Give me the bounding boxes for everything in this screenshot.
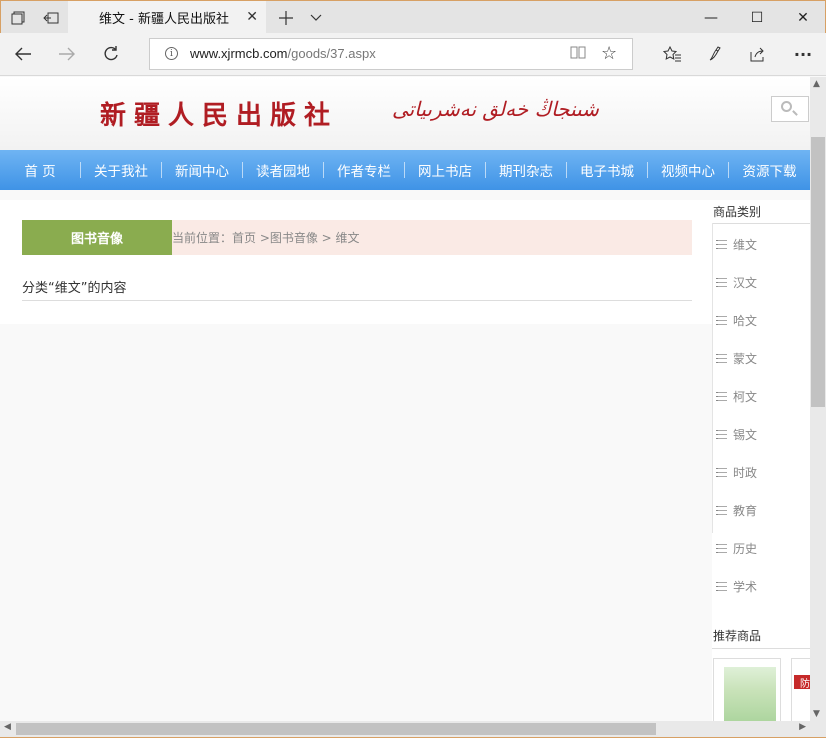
- scrollbar-corner: [810, 721, 826, 737]
- sidebar-item[interactable]: 柯文: [716, 388, 757, 405]
- sidebar-item-label: 哈文: [733, 314, 758, 328]
- minimize-button[interactable]: —: [688, 1, 734, 34]
- site-search-button[interactable]: [771, 96, 809, 122]
- address-bar[interactable]: i www.xjrmcb.com/goods/37.aspx ☆: [149, 38, 633, 70]
- share-icon[interactable]: [741, 39, 775, 69]
- reading-view-icon[interactable]: [570, 45, 586, 63]
- breadcrumb-path[interactable]: 当前位置：首页 >图书音像 > 维文: [172, 229, 360, 246]
- notes-pen-icon[interactable]: [698, 39, 732, 69]
- tab-list-icon[interactable]: [1, 1, 34, 34]
- divider: [712, 648, 810, 649]
- list-icon: [716, 468, 727, 477]
- sidebar-item-label: 汉文: [733, 276, 758, 290]
- site-header: 新疆人民出版社 شىنجاڭ خەلق نەشرىياتى: [0, 77, 810, 150]
- list-icon: [716, 582, 727, 591]
- main-content: 图书音像 当前位置：首页 >图书音像 > 维文 分类“维文”的内容: [0, 200, 712, 324]
- nav-readers[interactable]: 读者园地: [243, 150, 323, 190]
- section-label: 图书音像: [22, 220, 172, 255]
- list-icon: [716, 430, 727, 439]
- sidebar-item[interactable]: 维文: [716, 236, 757, 253]
- refresh-button[interactable]: [94, 39, 128, 69]
- list-icon: [716, 278, 727, 287]
- list-icon: [716, 506, 727, 515]
- chevron-down-icon[interactable]: [301, 1, 331, 34]
- sidebar-item-label: 时政: [733, 466, 758, 480]
- sidebar-item-label: 蒙文: [733, 352, 758, 366]
- tab-title: 维文 - 新疆人民出版社: [99, 12, 229, 27]
- main-nav: 首 页 关于我社 新闻中心 读者园地 作者专栏 网上书店 期刊杂志 电子书城 视…: [0, 150, 810, 190]
- back-button[interactable]: [6, 39, 40, 69]
- site-logo-uyghur[interactable]: شىنجاڭ خەلق نەشرىياتى: [392, 97, 599, 121]
- category-title: 分类“维文”的内容: [22, 281, 127, 296]
- page-viewport: 新疆人民出版社 شىنجاڭ خەلق نەشرىياتى 首 页 关于我社 新…: [0, 77, 810, 721]
- search-icon: [781, 101, 792, 112]
- sidebar-item[interactable]: 蒙文: [716, 350, 757, 367]
- set-aside-tabs-icon[interactable]: [34, 1, 67, 34]
- list-icon: [716, 544, 727, 553]
- forward-button[interactable]: [50, 39, 84, 69]
- nav-downloads[interactable]: 资源下载: [729, 150, 810, 190]
- list-icon: [716, 240, 727, 249]
- tab-strip: 维文 - 新疆人民出版社 ✕ — ☐ ✕: [0, 0, 826, 34]
- vertical-scrollbar[interactable]: ▲ ▼: [810, 77, 826, 721]
- sidebar-item[interactable]: 教育: [716, 502, 757, 519]
- book-cover-image: [724, 667, 776, 721]
- more-menu-icon[interactable]: ···: [786, 39, 820, 69]
- sidebar: 商品类别 维文 汉文 哈文 蒙文 柯文 锡文 时政 教育 历史 学术 推荐商品 …: [712, 200, 810, 721]
- scroll-up-arrow-icon[interactable]: ▲: [813, 79, 820, 89]
- sidebar-item-label: 教育: [733, 504, 758, 518]
- url-text: www.xjrmcb.com/goods/37.aspx: [190, 46, 376, 61]
- scroll-down-arrow-icon[interactable]: ▼: [813, 709, 820, 719]
- sidebar-item[interactable]: 时政: [716, 464, 757, 481]
- list-icon: [716, 354, 727, 363]
- sidebar-item-label: 锡文: [733, 428, 758, 442]
- scroll-right-arrow-icon[interactable]: ▶: [799, 722, 806, 732]
- sidebar-item-label: 学术: [733, 580, 758, 594]
- sidebar-item-label: 历史: [733, 542, 758, 556]
- close-window-button[interactable]: ✕: [780, 1, 826, 34]
- scrollbar-thumb[interactable]: [16, 723, 656, 735]
- favorite-star-icon[interactable]: ☆: [601, 43, 617, 64]
- url-host: www.xjrmcb.com: [190, 46, 288, 61]
- scroll-left-arrow-icon[interactable]: ◀: [4, 722, 11, 732]
- list-icon: [716, 316, 727, 325]
- sidebar-item[interactable]: 汉文: [716, 274, 757, 291]
- nav-ebooks[interactable]: 电子书城: [567, 150, 647, 190]
- sidebar-item-label: 柯文: [733, 390, 758, 404]
- nav-authors[interactable]: 作者专栏: [324, 150, 404, 190]
- site-logo-chinese[interactable]: 新疆人民出版社: [100, 95, 338, 132]
- list-icon: [716, 392, 727, 401]
- sidebar-item-label: 维文: [733, 238, 758, 252]
- maximize-button[interactable]: ☐: [734, 1, 780, 34]
- sidebar-item[interactable]: 锡文: [716, 426, 757, 443]
- recommend-heading: 推荐商品: [713, 629, 762, 643]
- product-thumbnail[interactable]: [713, 658, 781, 721]
- sidebar-item[interactable]: 学术: [716, 578, 757, 595]
- divider: [712, 223, 713, 533]
- divider: [22, 300, 692, 301]
- breadcrumb: 图书音像 当前位置：首页 >图书音像 > 维文: [22, 220, 692, 255]
- sidebar-item[interactable]: 哈文: [716, 312, 757, 329]
- horizontal-scrollbar[interactable]: ◀ ▶: [0, 721, 810, 737]
- browser-toolbar: i www.xjrmcb.com/goods/37.aspx ☆ ···: [0, 33, 826, 76]
- site-info-icon[interactable]: i: [165, 47, 178, 60]
- nav-bookstore[interactable]: 网上书店: [405, 150, 485, 190]
- book-cover-label: 防: [794, 675, 810, 690]
- product-thumbnail[interactable]: 防: [791, 658, 810, 721]
- tab-close-icon[interactable]: ✕: [246, 9, 258, 25]
- nav-news[interactable]: 新闻中心: [162, 150, 242, 190]
- nav-about[interactable]: 关于我社: [81, 150, 161, 190]
- url-path: /goods/37.aspx: [287, 46, 376, 61]
- nav-video[interactable]: 视频中心: [648, 150, 728, 190]
- favorites-list-icon[interactable]: [655, 39, 689, 69]
- nav-periodicals[interactable]: 期刊杂志: [486, 150, 566, 190]
- sidebar-item[interactable]: 历史: [716, 540, 757, 557]
- active-tab[interactable]: 维文 - 新疆人民出版社 ✕: [68, 1, 266, 34]
- sidebar-heading: 商品类别: [713, 205, 762, 219]
- new-tab-icon[interactable]: [269, 1, 302, 34]
- divider: [712, 223, 810, 224]
- nav-home[interactable]: 首 页: [0, 150, 80, 190]
- scrollbar-thumb[interactable]: [811, 137, 825, 407]
